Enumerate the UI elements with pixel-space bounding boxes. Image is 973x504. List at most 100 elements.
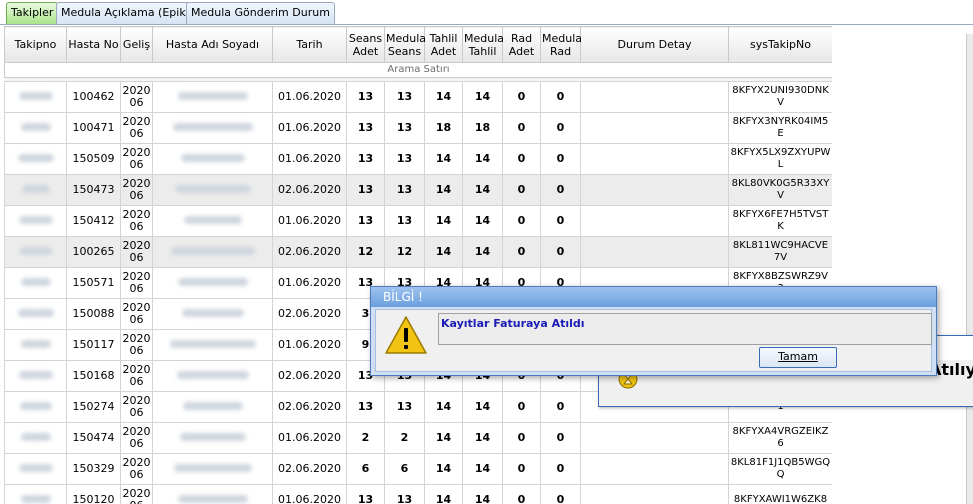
gelis-cell[interactable]: 2020 06 [120,112,153,144]
hasta-no-cell[interactable]: 100265 [66,236,121,268]
sys-takip-no-cell[interactable]: 8KFYX3NYRK04IM5E [728,112,832,144]
hasta-adi-cell[interactable] [152,205,273,237]
sys-takip-no-cell[interactable]: 8KFYX2UNI930DNKV [728,81,832,113]
gelis-cell[interactable]: 2020 06 [120,391,153,423]
tarih-cell[interactable]: 01.06.2020 [272,267,347,299]
hasta-no-cell[interactable]: 150412 [66,205,121,237]
medula-tahlil-cell[interactable]: 14 [462,81,503,113]
medula-seans-cell[interactable]: 13 [384,112,425,144]
column-header[interactable]: Hasta No [66,26,121,63]
medula-seans-cell[interactable]: 13 [384,143,425,175]
tarih-cell[interactable]: 02.06.2020 [272,236,347,268]
tarih-cell[interactable]: 01.06.2020 [272,205,347,237]
durum-detay-cell[interactable] [580,81,729,113]
medula-rad-cell[interactable]: 0 [540,174,581,206]
tahlil-adet-cell[interactable]: 14 [424,143,463,175]
medula-rad-cell[interactable]: 0 [540,205,581,237]
column-header[interactable]: sysTakipNo [728,26,832,63]
tarih-cell[interactable]: 02.06.2020 [272,391,347,423]
gelis-cell[interactable]: 2020 06 [120,267,153,299]
tab-takipler[interactable]: Takipler [6,2,59,24]
table-row[interactable]: 100265 2020 06 02.06.2020 12 12 14 14 0 0 8KL811W… [4,236,832,268]
hasta-adi-cell[interactable] [152,360,273,392]
hasta-no-cell[interactable]: 150168 [66,360,121,392]
tarih-cell[interactable]: 02.06.2020 [272,360,347,392]
medula-tahlil-cell[interactable]: 14 [462,422,503,454]
hasta-adi-cell[interactable] [152,81,273,113]
takipno-cell[interactable] [4,143,67,175]
hasta-adi-cell[interactable] [152,484,273,504]
durum-detay-cell[interactable] [580,484,729,504]
medula-tahlil-cell[interactable]: 14 [462,484,503,504]
sys-takip-no-cell[interactable]: 8KL80VK0G5R33XYV [728,174,832,206]
gelis-cell[interactable]: 2020 06 [120,174,153,206]
seans-adet-cell[interactable]: 2 [346,422,385,454]
tahlil-adet-cell[interactable]: 14 [424,236,463,268]
hasta-no-cell[interactable]: 150329 [66,453,121,485]
seans-adet-cell[interactable]: 12 [346,236,385,268]
tarih-cell[interactable]: 01.06.2020 [272,484,347,504]
hasta-no-cell[interactable]: 150120 [66,484,121,504]
gelis-cell[interactable]: 2020 06 [120,484,153,504]
gelis-cell[interactable]: 2020 06 [120,422,153,454]
tahlil-adet-cell[interactable]: 14 [424,484,463,504]
gelis-cell[interactable]: 2020 06 [120,236,153,268]
hasta-adi-cell[interactable] [152,112,273,144]
medula-tahlil-cell[interactable]: 18 [462,112,503,144]
rad-adet-cell[interactable]: 0 [502,205,541,237]
hasta-adi-cell[interactable] [152,298,273,330]
tahlil-adet-cell[interactable]: 14 [424,174,463,206]
hasta-adi-cell[interactable] [152,453,273,485]
seans-adet-cell[interactable]: 13 [346,391,385,423]
tarih-cell[interactable]: 01.06.2020 [272,422,347,454]
durum-detay-cell[interactable] [580,174,729,206]
medula-rad-cell[interactable]: 0 [540,453,581,485]
medula-rad-cell[interactable]: 0 [540,422,581,454]
medula-rad-cell[interactable]: 0 [540,484,581,504]
medula-seans-cell[interactable]: 12 [384,236,425,268]
sys-takip-no-cell[interactable]: 8KFYX6FE7H5TVSTK [728,205,832,237]
rad-adet-cell[interactable]: 0 [502,174,541,206]
hasta-adi-cell[interactable] [152,174,273,206]
rad-adet-cell[interactable]: 0 [502,81,541,113]
durum-detay-cell[interactable] [580,112,729,144]
gelis-cell[interactable]: 2020 06 [120,81,153,113]
tarih-cell[interactable]: 01.06.2020 [272,112,347,144]
takipno-cell[interactable] [4,267,67,299]
sys-takip-no-cell[interactable]: 8KL81F1J1QB5WGQQ [728,453,832,485]
sys-takip-no-cell[interactable]: 8KFYXAWI1W6ZK8 [728,484,832,504]
durum-detay-cell[interactable] [580,205,729,237]
medula-rad-cell[interactable]: 0 [540,236,581,268]
takipno-cell[interactable] [4,422,67,454]
column-header[interactable]: Tahlil Adet [424,26,463,63]
rad-adet-cell[interactable]: 0 [502,112,541,144]
hasta-adi-cell[interactable] [152,143,273,175]
medula-rad-cell[interactable]: 0 [540,143,581,175]
takipno-cell[interactable] [4,205,67,237]
durum-detay-cell[interactable] [580,422,729,454]
tahlil-adet-cell[interactable]: 14 [424,205,463,237]
hasta-adi-cell[interactable] [152,236,273,268]
rad-adet-cell[interactable]: 0 [502,484,541,504]
rad-adet-cell[interactable]: 0 [502,236,541,268]
medula-seans-cell[interactable]: 13 [384,81,425,113]
takipno-cell[interactable] [4,81,67,113]
table-row[interactable]: 100462 2020 06 01.06.2020 13 13 14 14 0 0 8KFYX2U… [4,81,832,113]
table-row[interactable]: 150412 2020 06 01.06.2020 13 13 14 14 0 0 8KFYX6F… [4,205,832,237]
table-row[interactable]: 150473 2020 06 02.06.2020 13 13 14 14 0 0 8KL80VK… [4,174,832,206]
hasta-adi-cell[interactable] [152,267,273,299]
durum-detay-cell[interactable] [580,236,729,268]
medula-tahlil-cell[interactable]: 14 [462,391,503,423]
takipno-cell[interactable] [4,360,67,392]
seans-adet-cell[interactable]: 13 [346,112,385,144]
gelis-cell[interactable]: 2020 06 [120,329,153,361]
tarih-cell[interactable]: 01.06.2020 [272,329,347,361]
takipno-cell[interactable] [4,236,67,268]
medula-rad-cell[interactable]: 0 [540,112,581,144]
takipno-cell[interactable] [4,174,67,206]
column-header[interactable]: Takipno [4,26,67,63]
hasta-no-cell[interactable]: 150571 [66,267,121,299]
column-header[interactable]: Tarih [272,26,347,63]
gelis-cell[interactable]: 2020 06 [120,360,153,392]
seans-adet-cell[interactable]: 13 [346,143,385,175]
